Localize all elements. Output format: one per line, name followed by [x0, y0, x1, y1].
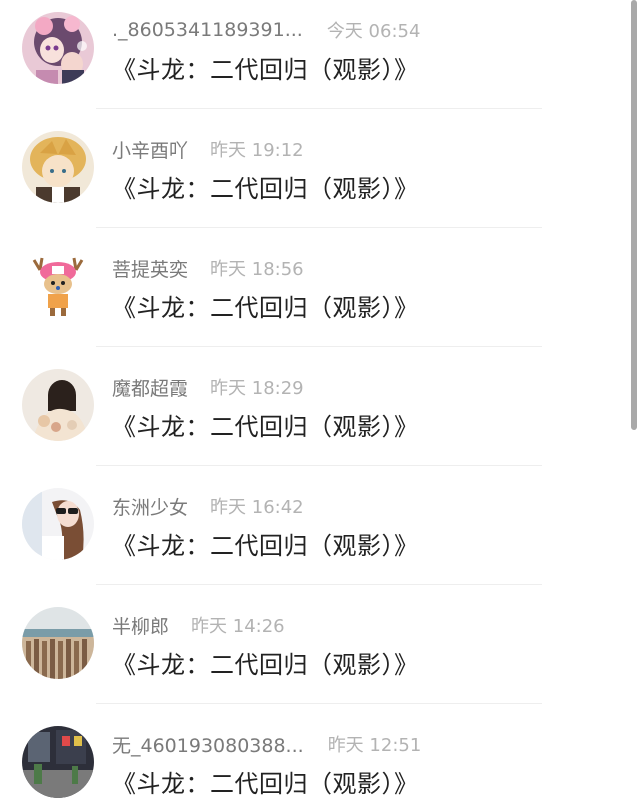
username[interactable]: 小辛酉吖 — [112, 136, 188, 163]
comment-item[interactable]: 小辛酉吖 昨天 19:12 《斗龙：二代回归（观影）》 — [0, 119, 632, 238]
username[interactable]: 半柳郎 — [112, 612, 169, 639]
sunglasses-girl-avatar-icon — [22, 488, 94, 560]
comment-meta: ._8605341189391... 今天 06:54 — [112, 18, 420, 42]
comment-item[interactable]: 菩提英奕 昨天 18:56 《斗龙：二代回归（观影）》 — [0, 238, 632, 357]
comment-title[interactable]: 《斗龙：二代回归（观影）》 — [112, 169, 419, 204]
comment-title[interactable]: 《斗龙：二代回归（观影）》 — [112, 764, 419, 799]
comment-title[interactable]: 《斗龙：二代回归（观影）》 — [112, 526, 419, 561]
timestamp: 昨天 14:26 — [191, 616, 285, 637]
avatar[interactable] — [22, 12, 94, 84]
username[interactable]: 东洲少女 — [112, 493, 188, 520]
comment-meta: 无_460193080388... 昨天 12:51 — [112, 731, 422, 758]
anime-girl-avatar-icon — [22, 12, 94, 84]
timestamp: 昨天 12:51 — [327, 735, 422, 756]
username[interactable]: 菩提英奕 — [112, 255, 188, 282]
username[interactable]: 无_460193080388... — [112, 731, 304, 758]
comment-item[interactable]: 无_460193080388... 昨天 12:51 《斗龙：二代回归（观影）》 — [0, 714, 632, 810]
username[interactable]: 魔都超霞 — [112, 374, 188, 401]
timestamp: 昨天 19:12 — [210, 140, 304, 161]
timestamp: 昨天 18:56 — [210, 259, 304, 280]
divider — [96, 108, 542, 109]
comment-meta: 东洲少女 昨天 16:42 — [112, 493, 304, 520]
comment-item[interactable]: 魔都超霞 昨天 18:29 《斗龙：二代回归（观影）》 — [0, 357, 632, 476]
timestamp: 今天 06:54 — [326, 21, 421, 42]
comment-title[interactable]: 《斗龙：二代回归（观影）》 — [112, 50, 419, 85]
street-scene-avatar-icon — [22, 726, 94, 798]
avatar[interactable] — [22, 369, 94, 441]
timestamp: 昨天 18:29 — [210, 378, 304, 399]
divider — [96, 703, 542, 704]
comment-meta: 小辛酉吖 昨天 19:12 — [112, 136, 304, 163]
comment-item[interactable]: 东洲少女 昨天 16:42 《斗龙：二代回归（观影）》 — [0, 476, 632, 595]
comment-title[interactable]: 《斗龙：二代回归（观影）》 — [112, 407, 419, 442]
comment-meta: 半柳郎 昨天 14:26 — [112, 612, 285, 639]
comment-meta: 菩提英奕 昨天 18:56 — [112, 255, 304, 282]
divider — [96, 465, 542, 466]
avatar[interactable] — [22, 488, 94, 560]
beach-fence-avatar-icon — [22, 607, 94, 679]
comment-item[interactable]: 半柳郎 昨天 14:26 《斗龙：二代回归（观影）》 — [0, 595, 632, 714]
divider — [96, 346, 542, 347]
blonde-anime-boy-avatar-icon — [22, 131, 94, 203]
divider — [96, 584, 542, 585]
comment-item[interactable]: ._8605341189391... 今天 06:54 《斗龙：二代回归（观影）… — [0, 0, 632, 119]
girl-back-avatar-icon — [22, 369, 94, 441]
avatar[interactable] — [22, 607, 94, 679]
comment-meta: 魔都超霞 昨天 18:29 — [112, 374, 304, 401]
avatar[interactable] — [22, 250, 94, 322]
divider — [96, 227, 542, 228]
scrollbar[interactable] — [631, 0, 637, 430]
avatar[interactable] — [22, 726, 94, 798]
chopper-reindeer-avatar-icon — [22, 250, 94, 322]
timestamp: 昨天 16:42 — [210, 497, 304, 518]
avatar[interactable] — [22, 131, 94, 203]
username[interactable]: ._8605341189391... — [112, 19, 303, 41]
comment-title[interactable]: 《斗龙：二代回归（观影）》 — [112, 645, 419, 680]
comment-list: ._8605341189391... 今天 06:54 《斗龙：二代回归（观影）… — [0, 0, 632, 810]
comment-title[interactable]: 《斗龙：二代回归（观影）》 — [112, 288, 419, 323]
